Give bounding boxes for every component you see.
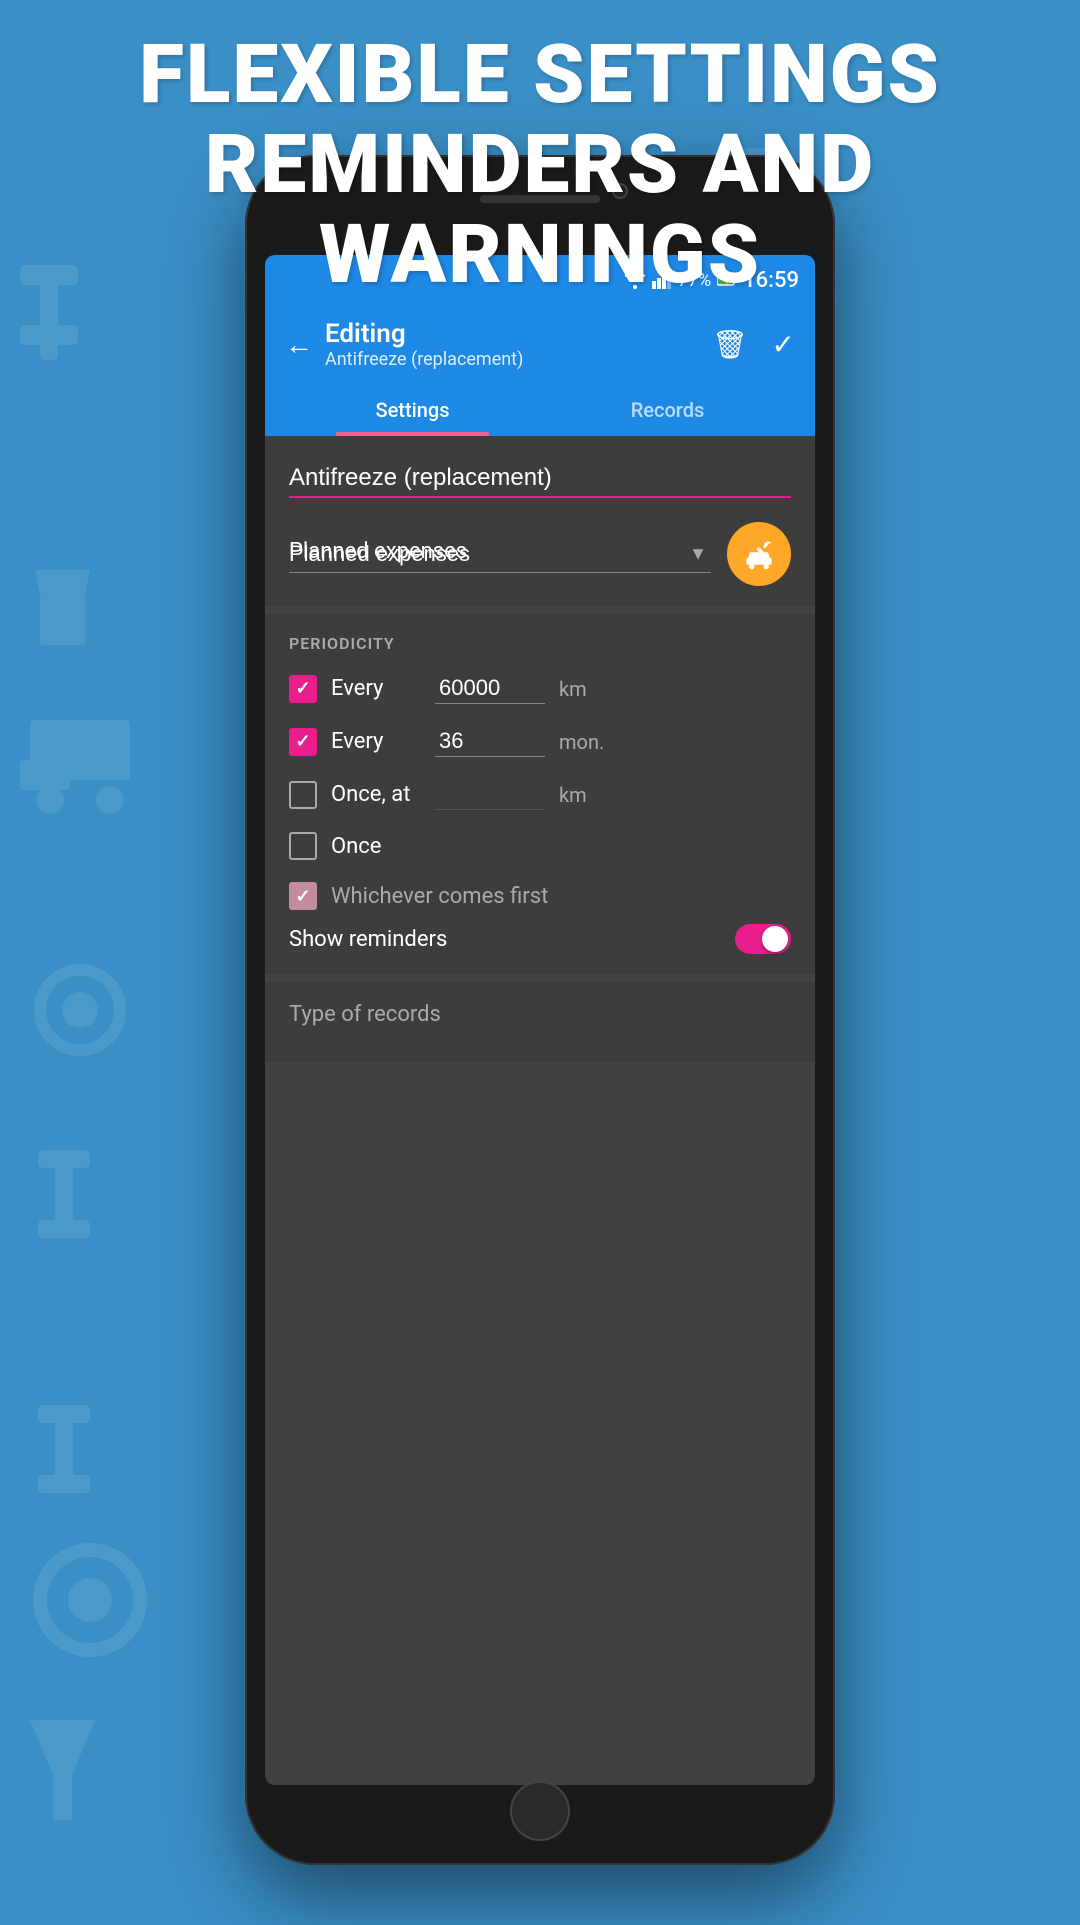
header-title: FLEXIBLE SETTINGS REMINDERS AND WARNINGS [0, 30, 1080, 301]
home-button[interactable] [510, 1781, 570, 1841]
checkbox-once[interactable] [289, 832, 317, 860]
tab-records[interactable]: Records [540, 384, 795, 436]
periodicity-title: PERIODICITY [289, 634, 791, 653]
period-row-once: Once [289, 832, 791, 860]
tabs: Settings Records [285, 384, 795, 436]
expense-type-dropdown[interactable]: Planned expensesFuelServiceOther [289, 535, 711, 573]
every-mon-label: Every [331, 729, 421, 754]
period-row-whichever: Whichever comes first [289, 882, 791, 910]
name-section: Planned expensesFuelServiceOther ▼ Plann… [265, 436, 815, 606]
show-reminders-row: Show reminders [289, 924, 791, 954]
app-bar-title-group: Editing Antifreeze (replacement) [325, 319, 523, 370]
km-unit-label: km [559, 677, 609, 701]
confirm-button[interactable]: ✓ [772, 328, 795, 361]
phone-screen: 77% ⚡ 16:59 ← [265, 255, 815, 1785]
mon-value-input[interactable] [435, 726, 545, 757]
name-input[interactable] [289, 460, 791, 498]
back-button[interactable]: ← [285, 328, 313, 361]
periodicity-section: PERIODICITY Every km Every mon [265, 614, 815, 974]
app-bar-left: ← Editing Antifreeze (replacement) [285, 319, 523, 370]
type-of-records-section: Type of records [265, 982, 815, 1062]
screen-content: Planned expensesFuelServiceOther ▼ Plann… [265, 436, 815, 1770]
period-row-every-mon: Every mon. [289, 726, 791, 757]
tab-settings[interactable]: Settings [285, 384, 540, 436]
whichever-label: Whichever comes first [331, 884, 548, 909]
checkbox-every-km[interactable] [289, 675, 317, 703]
type-of-records-label: Type of records [289, 1002, 441, 1027]
expense-dropdown-wrap: Planned expensesFuelServiceOther ▼ Plann… [289, 535, 711, 573]
app-bar-title: Editing [325, 319, 523, 349]
app-bar-actions: 🗑 ✓ [712, 328, 795, 361]
every-km-label: Every [331, 676, 421, 701]
mon-unit-label: mon. [559, 730, 609, 754]
show-reminders-toggle[interactable] [735, 924, 791, 954]
expense-row: Planned expensesFuelServiceOther ▼ Plann… [289, 522, 791, 586]
car-wrench-icon [741, 536, 777, 572]
once-at-unit-label: km [559, 783, 609, 807]
header-section: FLEXIBLE SETTINGS REMINDERS AND WARNINGS [0, 0, 1080, 301]
app-bar: ← Editing Antifreeze (replacement) 🗑 ✓ [265, 305, 815, 436]
app-bar-subtitle: Antifreeze (replacement) [325, 349, 523, 370]
expense-icon-button[interactable] [727, 522, 791, 586]
phone-device: 77% ⚡ 16:59 ← [245, 155, 835, 1865]
once-at-value-input[interactable] [435, 779, 545, 810]
once-label: Once [331, 834, 421, 859]
phone-shell: 77% ⚡ 16:59 ← [245, 155, 835, 1865]
app-bar-top: ← Editing Antifreeze (replacement) 🗑 ✓ [285, 319, 795, 384]
name-input-wrap [289, 460, 791, 498]
show-reminders-label: Show reminders [289, 927, 447, 952]
once-at-label: Once, at [331, 782, 421, 807]
delete-button[interactable]: 🗑 [712, 328, 748, 361]
checkbox-whichever[interactable] [289, 882, 317, 910]
period-row-once-at: Once, at km [289, 779, 791, 810]
period-row-every-km: Every km [289, 673, 791, 704]
toggle-thumb [762, 926, 788, 952]
km-value-input[interactable] [435, 673, 545, 704]
checkbox-every-mon[interactable] [289, 728, 317, 756]
checkbox-once-at[interactable] [289, 781, 317, 809]
